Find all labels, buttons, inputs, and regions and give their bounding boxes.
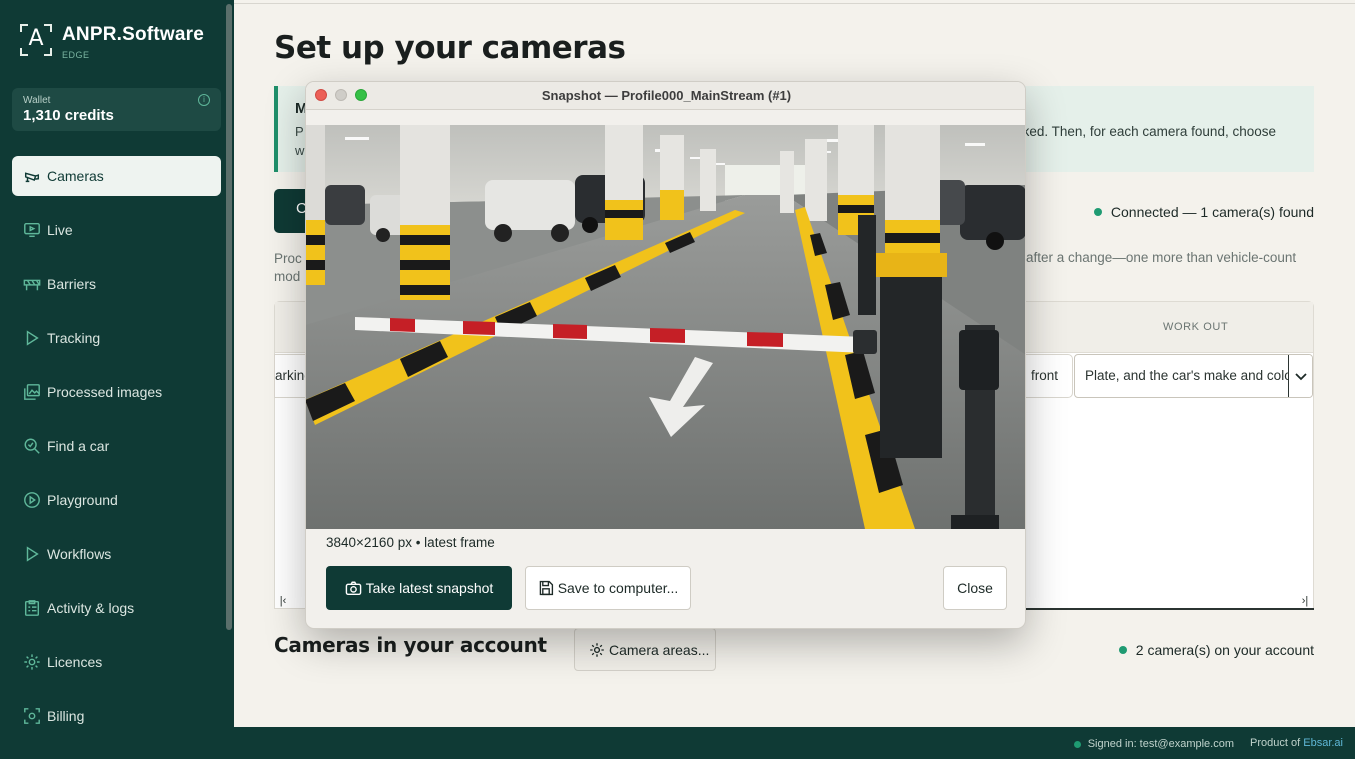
sidebar-item-label: Barriers — [47, 276, 97, 292]
product-credit: Product of Ebsar.ai — [1250, 737, 1343, 749]
processing-note-right: after a change—one more than vehicle-cou… — [1026, 250, 1297, 265]
chevron-down-icon — [1288, 355, 1312, 397]
sidebar-item-live[interactable]: Live — [12, 210, 221, 250]
footer-bar: Signed in: test@example.com Product of E… — [234, 727, 1355, 759]
monitor-play-icon — [22, 220, 42, 240]
sidebar-item-tracking[interactable]: Tracking — [12, 318, 221, 358]
sidebar-item-label: Processed images — [47, 384, 163, 400]
info-text-line1: P — [295, 124, 304, 139]
connection-status: Connected — 1 camera(s) found — [1093, 204, 1314, 220]
brand-edition: EDGE — [62, 50, 90, 60]
snapshot-dialog: Snapshot — Profile000_MainStream (#1) 38… — [305, 81, 1026, 629]
play-triangle-icon — [22, 544, 42, 564]
logo-mark-icon: A — [20, 24, 52, 56]
sidebar-item-label: Billing — [47, 708, 85, 724]
take-latest-snapshot-button[interactable]: Take latest snapshot — [326, 566, 512, 610]
search-check-icon — [22, 436, 42, 456]
processing-note-left: Proc mod — [274, 251, 302, 284]
column-header-work-out: WORK OUT — [1163, 321, 1229, 333]
wallet-card: Wallet 1,310 credits i — [12, 88, 221, 131]
sidebar-item-workflows[interactable]: Workflows — [12, 534, 221, 574]
barrier-icon — [22, 274, 42, 294]
horizontal-scrollbar[interactable] — [1026, 608, 1314, 610]
brand-logo[interactable]: A ANPR.Software EDGE — [20, 24, 204, 60]
scroll-right-arrow-icon[interactable]: ›| — [1297, 595, 1313, 609]
save-to-computer-button[interactable]: Save to computer... — [525, 566, 691, 610]
play-circle-icon — [22, 490, 42, 510]
images-icon — [22, 382, 42, 402]
sidebar-item-processed-images[interactable]: Processed images — [12, 372, 221, 412]
gear-icon — [22, 652, 42, 672]
sidebar-item-label: Licences — [47, 654, 103, 670]
dialog-title: Snapshot — Profile000_MainStream (#1) — [541, 88, 792, 103]
work-out-select[interactable]: Plate, and the car's make and colo — [1074, 354, 1313, 398]
sidebar-item-label: Tracking — [47, 330, 101, 346]
position-select[interactable]: front — [1025, 354, 1073, 398]
top-divider — [234, 3, 1355, 4]
scan-icon — [22, 706, 42, 726]
sidebar-item-label: Playground — [47, 492, 118, 508]
wallet-credits: 1,310 credits — [23, 107, 114, 124]
gear-icon — [590, 642, 604, 657]
sidebar-item-activity-logs[interactable]: Activity & logs — [12, 588, 221, 628]
sidebar-nav: Cameras Live Barriers Tracking Processed… — [12, 156, 221, 750]
clipboard-list-icon — [22, 598, 42, 618]
sidebar: A ANPR.Software EDGE Wallet 1,310 credit… — [0, 0, 234, 759]
sidebar-item-playground[interactable]: Playground — [12, 480, 221, 520]
scroll-left-arrow-icon[interactable]: |‹ — [275, 595, 291, 609]
status-dot-icon — [1093, 208, 1102, 216]
info-text-tail: ked. Then, for each camera found, choose — [1022, 124, 1276, 139]
sidebar-scrollbar[interactable] — [226, 4, 232, 630]
sidebar-item-barriers[interactable]: Barriers — [12, 264, 221, 304]
info-icon[interactable]: i — [198, 94, 210, 106]
sidebar-item-licences[interactable]: Licences — [12, 642, 221, 682]
close-button[interactable]: Close — [943, 566, 1007, 610]
sidebar-item-label: Activity & logs — [47, 600, 135, 616]
wallet-label: Wallet — [23, 95, 51, 106]
ebsar-link[interactable]: Ebsar.ai — [1303, 737, 1343, 749]
sidebar-item-label: Workflows — [47, 546, 112, 562]
brand-name: ANPR.Software — [62, 24, 204, 45]
play-triangle-icon — [22, 328, 42, 348]
status-dot-icon — [1073, 740, 1081, 748]
sidebar-item-find-a-car[interactable]: Find a car — [12, 426, 221, 466]
account-camera-count: 2 camera(s) on your account — [1118, 642, 1314, 658]
camera-icon — [22, 166, 42, 186]
sidebar-item-label: Cameras — [47, 168, 104, 184]
info-text-line2: w — [295, 143, 305, 158]
camera-icon — [345, 581, 361, 595]
sidebar-item-cameras[interactable]: Cameras — [12, 156, 221, 196]
status-dot-icon — [1118, 646, 1127, 654]
save-icon — [539, 580, 553, 596]
dialog-titlebar[interactable]: Snapshot — Profile000_MainStream (#1) — [306, 82, 1025, 110]
sidebar-item-billing[interactable]: Billing — [12, 696, 221, 736]
connection-status-text: Connected — 1 camera(s) found — [1110, 204, 1314, 220]
page-title: Set up your cameras — [274, 30, 626, 66]
account-cameras-title: Cameras in your account — [274, 633, 547, 657]
camera-areas-button[interactable]: Camera areas... — [574, 628, 716, 671]
snapshot-dimensions: 3840×2160 px • latest frame — [326, 535, 495, 550]
sidebar-item-label: Find a car — [47, 438, 110, 454]
signed-in-status: Signed in: test@example.com — [1073, 738, 1234, 750]
sidebar-item-label: Live — [47, 222, 73, 238]
snapshot-image — [306, 125, 1025, 529]
